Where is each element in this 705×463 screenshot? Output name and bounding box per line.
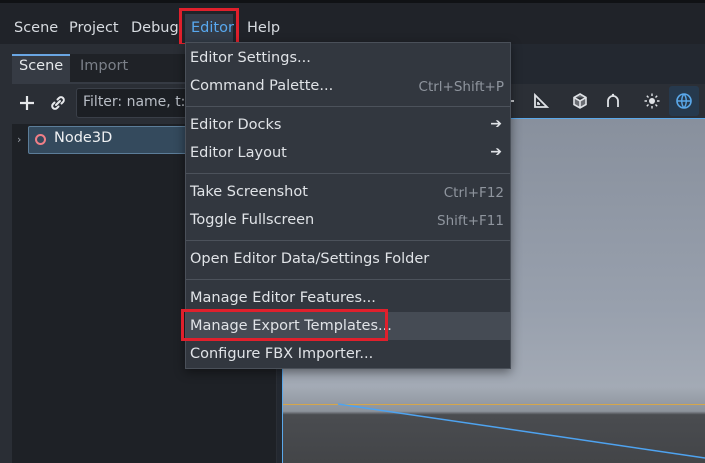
- instance-scene-icon[interactable]: [48, 93, 68, 113]
- arrow-right-icon: ➔: [490, 144, 502, 160]
- menu-editor-highlight-box: [179, 8, 239, 46]
- export-templates-highlight-box: [181, 309, 388, 341]
- menu-item-label: Command Palette...: [190, 78, 334, 94]
- menu-item-label: Editor Settings...: [190, 50, 311, 66]
- node3d-icon: [35, 134, 46, 145]
- snap-icon[interactable]: [604, 92, 622, 110]
- menu-item-shortcut: Shift+F11: [437, 213, 504, 229]
- menu-item-toggle-fullscreen[interactable]: Toggle Fullscreen Shift+F11: [186, 207, 510, 235]
- filter-input[interactable]: Filter: name, t:t: [76, 88, 194, 118]
- ruler-icon[interactable]: [532, 92, 550, 110]
- menu-separator: [186, 173, 510, 174]
- menu-project[interactable]: Project: [69, 18, 119, 38]
- menu-item-label: Manage Editor Features...: [190, 290, 376, 306]
- menu-item-label: Configure FBX Importer...: [190, 346, 374, 362]
- menu-item-editor-layout[interactable]: Editor Layout ➔: [186, 140, 510, 168]
- tab-divider: [12, 82, 194, 84]
- chevron-right-icon[interactable]: ›: [17, 133, 27, 147]
- menu-item-shortcut: Ctrl+Shift+P: [418, 79, 504, 95]
- menu-separator: [186, 279, 510, 280]
- menu-scene[interactable]: Scene: [14, 18, 58, 38]
- cube-icon[interactable]: [571, 92, 589, 110]
- arrow-right-icon: ➔: [490, 116, 502, 132]
- tree-row-label: Node3D: [54, 130, 113, 146]
- menu-item-label: Editor Docks: [190, 117, 282, 133]
- menu-item-label: Editor Layout: [190, 145, 287, 161]
- menu-item-open-data-folder[interactable]: Open Editor Data/Settings Folder: [186, 246, 510, 274]
- menu-item-command-palette[interactable]: Command Palette... Ctrl+Shift+P: [186, 73, 510, 101]
- menu-item-label: Open Editor Data/Settings Folder: [190, 251, 430, 267]
- menu-item-editor-settings[interactable]: Editor Settings...: [186, 45, 510, 73]
- menu-separator: [186, 106, 510, 107]
- menu-item-editor-docks[interactable]: Editor Docks ➔: [186, 112, 510, 140]
- menu-item-configure-fbx-importer[interactable]: Configure FBX Importer...: [186, 341, 510, 369]
- globe-icon[interactable]: [675, 92, 693, 110]
- menu-separator: [186, 240, 510, 241]
- sun-icon[interactable]: [643, 92, 661, 110]
- menu-item-label: Toggle Fullscreen: [190, 212, 315, 228]
- tab-scene-label: Scene: [19, 58, 64, 74]
- add-node-icon[interactable]: [17, 93, 37, 113]
- menu-debug[interactable]: Debug: [131, 18, 179, 38]
- menu-item-take-screenshot[interactable]: Take Screenshot Ctrl+F12: [186, 179, 510, 207]
- menu-item-label: Take Screenshot: [190, 184, 308, 200]
- window-edge: [0, 0, 705, 3]
- tab-import[interactable]: Import: [80, 58, 128, 74]
- menu-help[interactable]: Help: [247, 18, 280, 38]
- menu-item-shortcut: Ctrl+F12: [443, 185, 504, 201]
